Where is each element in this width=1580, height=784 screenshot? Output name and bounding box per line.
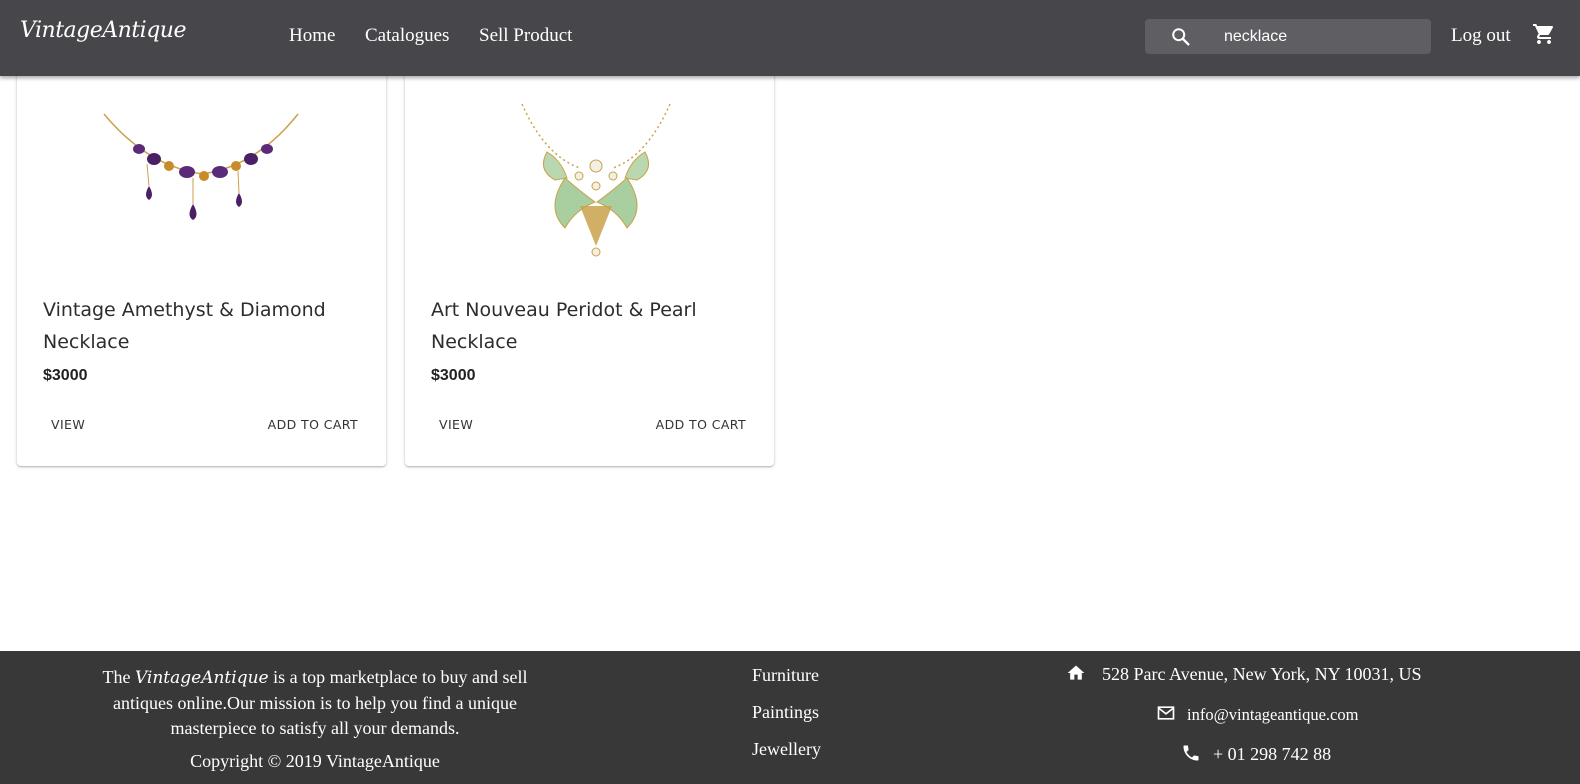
footer-phone[interactable]: + 01 298 742 88	[1213, 744, 1331, 765]
nav-catalogues[interactable]: Catalogues	[365, 25, 449, 47]
footer-link-paintings[interactable]: Paintings	[752, 702, 819, 723]
product-image-amethyst-necklace[interactable]	[17, 96, 386, 286]
nav-home[interactable]: Home	[289, 25, 335, 47]
footer-about: The VintageAntique is a top marketplace …	[95, 665, 535, 741]
product-title[interactable]: Vintage Amethyst & Diamond Necklace	[43, 294, 363, 358]
footer-address: 528 Parc Avenue, New York, NY 10031, US	[1102, 664, 1422, 684]
about-brand: VintageAntique	[134, 668, 269, 688]
product-title-line: Vintage Amethyst & Diamond	[43, 299, 326, 321]
home-icon	[1067, 665, 1085, 680]
product-card: Art Nouveau Peridot & Pearl Necklace $30…	[405, 62, 774, 466]
view-button[interactable]: VIEW	[439, 417, 473, 432]
view-button[interactable]: VIEW	[51, 417, 85, 432]
product-title-line: Art Nouveau Peridot & Pearl	[431, 299, 697, 321]
about-text-pre: The	[102, 667, 131, 687]
footer-link-furniture[interactable]: Furniture	[752, 665, 819, 686]
search-input[interactable]	[1224, 25, 1414, 49]
add-to-cart-button[interactable]: ADD TO CART	[268, 417, 358, 432]
product-title-line: Necklace	[431, 331, 518, 353]
phone-icon	[1183, 745, 1199, 761]
cart-icon[interactable]	[1532, 22, 1556, 46]
logout-button[interactable]: Log out	[1451, 25, 1511, 47]
footer-link-jewellery[interactable]: Jewellery	[752, 739, 821, 760]
product-card: Vintage Amethyst & Diamond Necklace $300…	[17, 62, 386, 466]
product-price: $3000	[431, 367, 476, 384]
search-icon[interactable]	[1170, 26, 1192, 48]
nav-sell-product[interactable]: Sell Product	[479, 25, 572, 47]
footer: The VintageAntique is a top marketplace …	[0, 651, 1580, 784]
search-bar	[1145, 19, 1431, 54]
app-bar: VintageAntique Home Catalogues Sell Prod…	[0, 0, 1580, 76]
product-title[interactable]: Art Nouveau Peridot & Pearl Necklace	[431, 294, 751, 358]
site-logo[interactable]: VintageAntique	[20, 18, 186, 43]
product-image-peridot-necklace[interactable]	[405, 96, 774, 286]
product-title-line: Necklace	[43, 331, 130, 353]
footer-email[interactable]: info@vintageantique.com	[1187, 705, 1358, 725]
mail-icon	[1157, 706, 1175, 720]
product-price: $3000	[43, 367, 88, 384]
add-to-cart-button[interactable]: ADD TO CART	[656, 417, 746, 432]
copyright: Copyright © 2019 VintageAntique	[190, 751, 440, 771]
